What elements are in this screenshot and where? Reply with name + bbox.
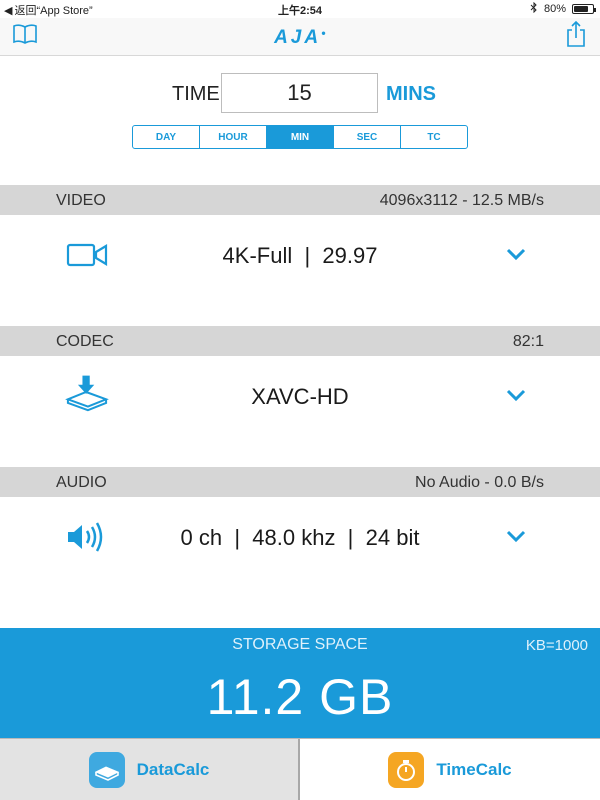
time-input[interactable] xyxy=(221,73,378,113)
codec-title: CODEC xyxy=(56,333,114,350)
status-bar: ◀ 返回“App Store” 上午2:54 80% xyxy=(0,0,600,18)
codec-info: 82:1 xyxy=(512,333,544,350)
storage-value: 11.2 GB xyxy=(206,669,394,725)
disk-drive-icon xyxy=(65,375,109,412)
tab-datacalc-label: DataCalc xyxy=(136,760,210,779)
chevron-down-icon[interactable] xyxy=(505,245,527,263)
audio-row[interactable]: 0 ch | 48.0 khz | 24 bit xyxy=(0,497,600,577)
seg-day[interactable]: DAY xyxy=(133,126,200,148)
tab-datacalc[interactable]: DataCalc xyxy=(0,739,300,800)
share-icon xyxy=(567,20,585,47)
stopwatch-icon xyxy=(388,752,425,788)
audio-header: AUDIO No Audio - 0.0 B/s xyxy=(0,467,600,497)
storage-label: STORAGE SPACE xyxy=(232,636,368,653)
tab-timecalc-label: TimeCalc xyxy=(436,760,512,779)
book-icon xyxy=(13,24,37,44)
datacalc-icon xyxy=(88,752,125,788)
share-button[interactable] xyxy=(566,20,586,53)
speaker-icon xyxy=(68,522,103,552)
unit-mode-toggle[interactable]: KB=1000 xyxy=(526,637,588,654)
nav-bar: AJA● xyxy=(0,18,600,56)
storage-panel: STORAGE SPACE KB=1000 11.2 GB xyxy=(0,628,600,738)
status-right: 80% xyxy=(530,1,596,16)
back-arrow-icon: ◀ xyxy=(4,4,13,17)
chevron-down-icon[interactable] xyxy=(505,527,527,545)
codec-header: CODEC 82:1 xyxy=(0,326,600,356)
audio-title: AUDIO xyxy=(56,474,107,491)
time-row: TIME MINS xyxy=(0,73,600,113)
video-info: 4096x3112 - 12.5 MB/s xyxy=(379,192,544,209)
seg-min[interactable]: MIN xyxy=(267,126,334,148)
codec-row[interactable]: XAVC-HD xyxy=(0,356,600,436)
time-units-label: MINS xyxy=(386,83,436,105)
video-camera-icon xyxy=(66,243,108,267)
battery-percent: 80% xyxy=(543,3,566,15)
video-header: VIDEO 4096x3112 - 12.5 MB/s xyxy=(0,185,600,215)
tab-bar: DataCalc TimeCalc xyxy=(0,738,600,800)
seg-sec[interactable]: SEC xyxy=(334,126,401,148)
book-button[interactable] xyxy=(12,23,38,50)
battery-fill xyxy=(574,6,589,12)
time-label: TIME xyxy=(172,83,220,105)
video-row[interactable]: 4K-Full | 29.97 xyxy=(0,215,600,295)
battery-icon xyxy=(572,4,596,14)
back-label: 返回“App Store” xyxy=(14,5,93,17)
seg-hour[interactable]: HOUR xyxy=(200,126,267,148)
aja-logo: AJA● xyxy=(274,27,326,48)
chevron-down-icon[interactable] xyxy=(505,386,527,404)
logo-text: AJA xyxy=(274,27,322,48)
bluetooth-icon xyxy=(530,1,538,16)
back-to-app-store[interactable]: ◀ 返回“App Store” xyxy=(4,2,93,18)
audio-info: No Audio - 0.0 B/s xyxy=(415,474,544,491)
tab-timecalc[interactable]: TimeCalc xyxy=(300,739,600,800)
seg-tc[interactable]: TC xyxy=(401,126,467,148)
video-title: VIDEO xyxy=(56,192,106,209)
time-mode-selector: DAY HOUR MIN SEC TC xyxy=(132,125,468,149)
